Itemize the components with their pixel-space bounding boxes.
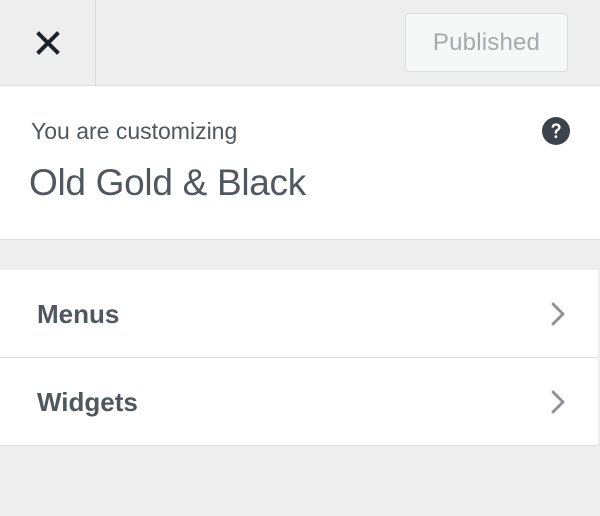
- section-label: Widgets: [37, 386, 138, 417]
- help-icon[interactable]: [541, 116, 571, 146]
- close-customizer-button[interactable]: [0, 0, 96, 85]
- site-title: Old Gold & Black: [29, 162, 306, 203]
- section-menus[interactable]: Menus: [0, 270, 598, 358]
- customize-info-panel: You are customizing Old Gold & Black: [0, 86, 600, 240]
- close-icon: [35, 30, 60, 55]
- customizer-header: Published: [0, 0, 600, 86]
- published-button[interactable]: Published: [405, 13, 568, 72]
- customizing-label: You are customizing: [31, 118, 238, 144]
- chevron-right-icon: [546, 300, 570, 328]
- chevron-right-icon: [546, 388, 570, 416]
- section-label: Menus: [37, 298, 120, 329]
- section-widgets[interactable]: Widgets: [0, 358, 598, 446]
- customizer-sidebar: Published You are customizing Old Gold &…: [0, 0, 600, 516]
- customizer-sections-list: Menus Widgets: [0, 270, 600, 446]
